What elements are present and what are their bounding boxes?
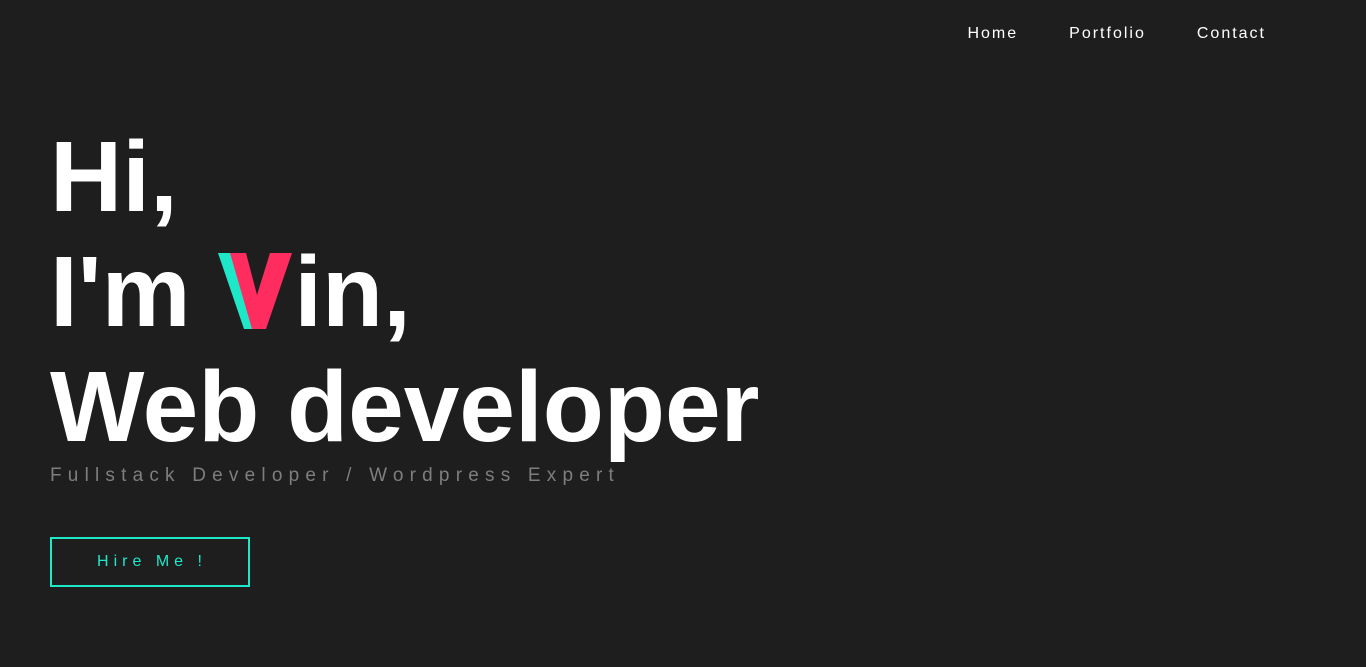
v-logo-icon	[218, 253, 293, 329]
hero-subtitle: Fullstack Developer / Wordpress Expert	[50, 465, 620, 486]
hero-name-suffix: in,	[294, 236, 411, 348]
page: Home Portfolio Contact Hi, I'm in, Web d…	[0, 0, 1366, 667]
hero-line-role: Web developer	[50, 351, 760, 463]
nav-item-home[interactable]: Home	[967, 24, 1018, 44]
hero-line-greeting: Hi,	[50, 121, 178, 233]
hero-name-prefix: I'm	[50, 236, 219, 348]
hero-line-name: I'm in,	[50, 235, 759, 350]
hire-me-button[interactable]: Hire Me !	[50, 537, 250, 587]
nav-item-portfolio[interactable]: Portfolio	[1069, 24, 1146, 44]
top-nav: Home Portfolio Contact	[967, 24, 1266, 44]
hero-heading: Hi, I'm in, Web developer	[50, 120, 759, 465]
nav-item-contact[interactable]: Contact	[1197, 24, 1266, 44]
